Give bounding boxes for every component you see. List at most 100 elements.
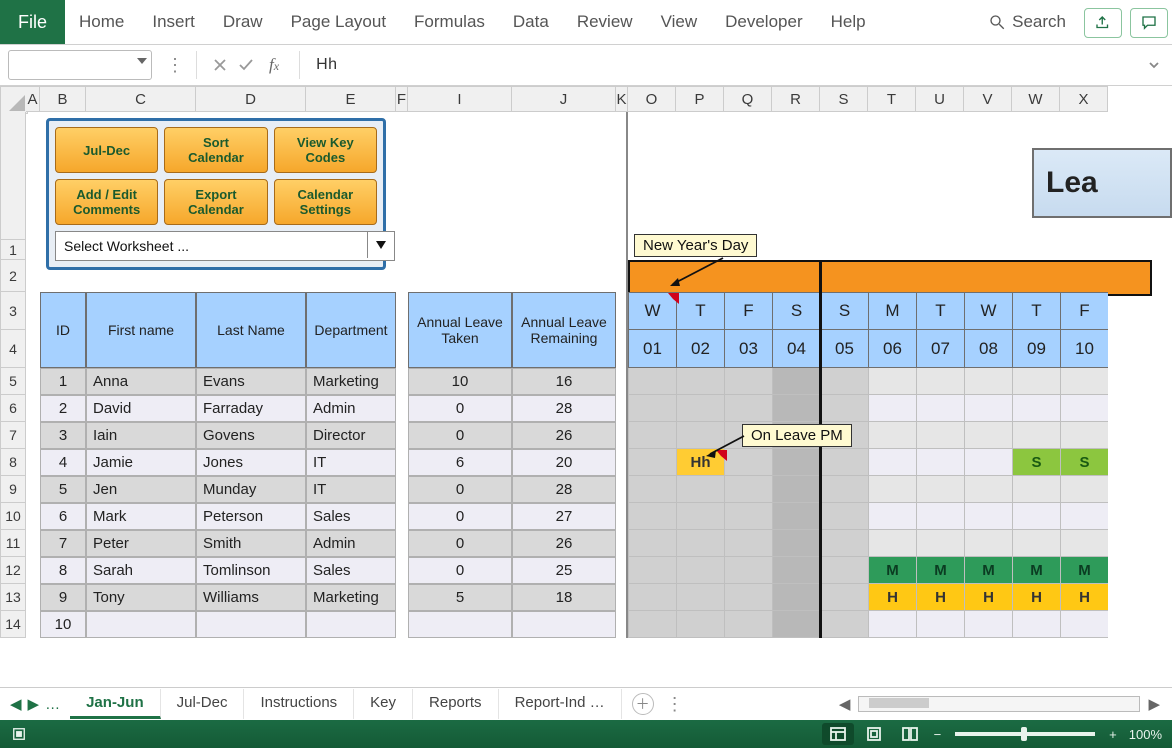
row-header[interactable]: 9 <box>0 476 26 503</box>
row-header[interactable]: 1 <box>0 240 26 260</box>
col-header[interactable]: R <box>772 86 820 112</box>
sheet-tab[interactable]: Report-Ind … <box>499 689 622 719</box>
col-header[interactable]: X <box>1060 86 1108 112</box>
sheet-add[interactable]: ＋ <box>632 693 654 715</box>
cal-cell[interactable] <box>964 422 1012 449</box>
col-header[interactable]: P <box>676 86 724 112</box>
cal-cell[interactable] <box>820 503 868 530</box>
menu-tab-help[interactable]: Help <box>817 0 880 44</box>
cal-cell[interactable]: H <box>964 584 1012 611</box>
hscroll-track[interactable] <box>858 696 1140 712</box>
comments-button[interactable] <box>1130 8 1168 38</box>
cal-cell[interactable] <box>868 422 916 449</box>
cal-cell[interactable] <box>772 449 820 476</box>
cal-cell[interactable] <box>1012 503 1060 530</box>
row-header[interactable] <box>0 112 26 240</box>
cal-cell[interactable] <box>916 368 964 395</box>
name-box-more[interactable]: ⋮ <box>164 55 186 76</box>
formula-input[interactable] <box>310 51 1142 79</box>
col-header[interactable]: A <box>26 86 40 112</box>
panel-button[interactable]: Add / EditComments <box>55 179 158 225</box>
view-page-layout[interactable] <box>858 723 890 745</box>
col-header[interactable]: B <box>40 86 86 112</box>
col-header[interactable]: K <box>616 86 628 112</box>
sheet-tab-more[interactable]: ⋮ <box>664 694 686 715</box>
cal-cell[interactable] <box>676 530 724 557</box>
cal-cell[interactable] <box>868 530 916 557</box>
cal-cell[interactable] <box>724 395 772 422</box>
cal-cell[interactable] <box>964 476 1012 503</box>
menu-tab-draw[interactable]: Draw <box>209 0 277 44</box>
cal-cell[interactable] <box>820 557 868 584</box>
cal-cell[interactable] <box>772 530 820 557</box>
cal-cell[interactable] <box>1012 422 1060 449</box>
col-header[interactable]: T <box>868 86 916 112</box>
cal-cell[interactable] <box>724 611 772 638</box>
row-header[interactable]: 11 <box>0 530 26 557</box>
fx-icon[interactable]: fx <box>259 55 289 75</box>
menu-tab-formulas[interactable]: Formulas <box>400 0 499 44</box>
cal-cell[interactable] <box>1060 422 1108 449</box>
cal-cell[interactable] <box>628 422 676 449</box>
cal-cell[interactable] <box>1012 395 1060 422</box>
formula-expand[interactable] <box>1142 59 1172 71</box>
cal-cell[interactable] <box>964 449 1012 476</box>
cal-cell[interactable] <box>724 584 772 611</box>
cal-cell[interactable]: M <box>868 557 916 584</box>
panel-button[interactable]: SortCalendar <box>164 127 267 173</box>
cal-cell[interactable]: H <box>916 584 964 611</box>
cal-cell[interactable] <box>820 611 868 638</box>
cal-cell[interactable] <box>676 611 724 638</box>
cal-cell[interactable] <box>916 422 964 449</box>
sheet-nav-next[interactable]: ▶ <box>28 695 40 713</box>
menu-tab-home[interactable]: Home <box>65 0 138 44</box>
col-header[interactable]: F <box>396 86 408 112</box>
cal-cell[interactable] <box>772 476 820 503</box>
cal-cell[interactable] <box>676 584 724 611</box>
cal-cell[interactable] <box>916 449 964 476</box>
row-header[interactable]: 5 <box>0 368 26 395</box>
zoom-slider[interactable] <box>955 732 1095 736</box>
cal-cell[interactable] <box>724 530 772 557</box>
cal-cell[interactable] <box>676 476 724 503</box>
cal-cell[interactable] <box>724 557 772 584</box>
cal-cell[interactable] <box>628 584 676 611</box>
cal-cell[interactable] <box>628 395 676 422</box>
cal-cell[interactable] <box>628 368 676 395</box>
cal-cell[interactable] <box>724 476 772 503</box>
cal-cell[interactable]: M <box>964 557 1012 584</box>
hscroll-left[interactable]: ◀ <box>837 695 853 713</box>
cal-cell[interactable] <box>772 611 820 638</box>
cal-cell[interactable]: S <box>1012 449 1060 476</box>
row-header[interactable]: 10 <box>0 503 26 530</box>
cal-cell[interactable]: M <box>1012 557 1060 584</box>
menu-tab-insert[interactable]: Insert <box>138 0 209 44</box>
cal-cell[interactable] <box>676 503 724 530</box>
row-header[interactable]: 12 <box>0 557 26 584</box>
panel-button[interactable]: View KeyCodes <box>274 127 377 173</box>
cal-cell[interactable] <box>916 530 964 557</box>
cal-cell[interactable] <box>820 368 868 395</box>
cal-cell[interactable] <box>676 395 724 422</box>
cal-cell[interactable] <box>724 368 772 395</box>
panel-button[interactable]: ExportCalendar <box>164 179 267 225</box>
cal-cell[interactable] <box>868 368 916 395</box>
cal-cell[interactable] <box>916 503 964 530</box>
cal-cell[interactable] <box>676 368 724 395</box>
file-tab[interactable]: File <box>0 0 65 44</box>
cal-cell[interactable] <box>964 611 1012 638</box>
sheet-nav-first[interactable]: … <box>45 696 60 713</box>
col-header[interactable]: J <box>512 86 616 112</box>
cal-cell[interactable] <box>628 449 676 476</box>
hscroll-right[interactable]: ▶ <box>1146 695 1162 713</box>
cal-cell[interactable] <box>820 584 868 611</box>
panel-button[interactable]: CalendarSettings <box>274 179 377 225</box>
grid-cells[interactable]: Jul-DecSortCalendarView KeyCodesAdd / Ed… <box>26 112 1172 690</box>
row-header[interactable]: 6 <box>0 395 26 422</box>
cal-cell[interactable] <box>868 611 916 638</box>
sheet-nav-prev[interactable]: ◀ <box>10 695 22 713</box>
col-header[interactable]: W <box>1012 86 1060 112</box>
cal-cell[interactable] <box>772 368 820 395</box>
formula-accept[interactable] <box>233 51 259 79</box>
sheet-tab[interactable]: Jul-Dec <box>161 689 245 719</box>
